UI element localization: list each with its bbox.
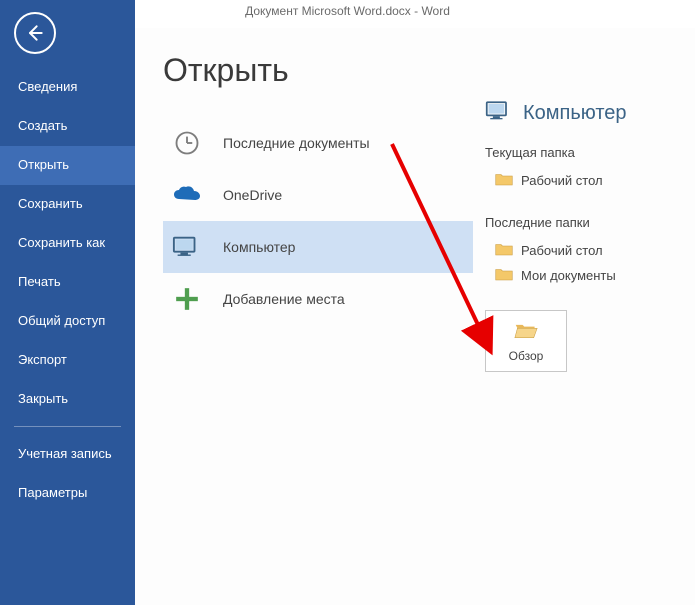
- recent-folders-heading: Последние папки: [485, 215, 683, 230]
- computer-icon: [169, 229, 205, 265]
- nav-item-new[interactable]: Создать: [0, 107, 135, 146]
- location-recent[interactable]: Последние документы: [163, 117, 473, 169]
- nav-item-info[interactable]: Сведения: [0, 68, 135, 107]
- onedrive-icon: [169, 177, 205, 213]
- location-list: Последние документы OneDrive: [163, 117, 473, 325]
- folder-name: Рабочий стол: [521, 243, 603, 258]
- computer-icon: [485, 100, 513, 127]
- browse-button[interactable]: Обзор: [485, 310, 567, 372]
- nav-item-options[interactable]: Параметры: [0, 474, 135, 513]
- backstage-nav: Сведения Создать Открыть Сохранить Сохра…: [0, 68, 135, 418]
- nav-item-account[interactable]: Учетная запись: [0, 435, 135, 474]
- computer-panel: Компьютер Текущая папка Рабочий стол Пос…: [473, 52, 683, 605]
- current-folder-heading: Текущая папка: [485, 145, 683, 160]
- current-folder-item[interactable]: Рабочий стол: [485, 168, 683, 193]
- page-title: Открыть: [163, 52, 473, 89]
- backstage-main: Открыть Последние документы: [135, 28, 695, 605]
- location-label: Добавление места: [223, 291, 345, 307]
- clock-icon: [169, 125, 205, 161]
- folder-icon: [495, 267, 513, 284]
- backstage-sidebar: Сведения Создать Открыть Сохранить Сохра…: [0, 0, 135, 605]
- location-label: OneDrive: [223, 187, 282, 203]
- nav-item-share[interactable]: Общий доступ: [0, 302, 135, 341]
- nav-item-export[interactable]: Экспорт: [0, 341, 135, 380]
- location-label: Компьютер: [223, 239, 295, 255]
- recent-folder-item[interactable]: Рабочий стол: [485, 238, 683, 263]
- backstage-nav-footer: Учетная запись Параметры: [0, 435, 135, 513]
- nav-item-print[interactable]: Печать: [0, 263, 135, 302]
- browse-label: Обзор: [509, 349, 544, 363]
- folder-icon: [495, 242, 513, 259]
- location-label: Последние документы: [223, 135, 370, 151]
- folder-name: Рабочий стол: [521, 173, 603, 188]
- folder-icon: [495, 172, 513, 189]
- folder-open-icon: [514, 320, 538, 343]
- recent-folder-item[interactable]: Мои документы: [485, 263, 683, 288]
- plus-icon: [169, 281, 205, 317]
- location-onedrive[interactable]: OneDrive: [163, 169, 473, 221]
- nav-item-saveas[interactable]: Сохранить как: [0, 224, 135, 263]
- nav-item-open[interactable]: Открыть: [0, 146, 135, 185]
- location-add-place[interactable]: Добавление места: [163, 273, 473, 325]
- panel-title: Компьютер: [523, 102, 627, 125]
- folder-name: Мои документы: [521, 268, 616, 283]
- nav-item-close[interactable]: Закрыть: [0, 380, 135, 419]
- location-computer[interactable]: Компьютер: [163, 221, 473, 273]
- nav-item-save[interactable]: Сохранить: [0, 185, 135, 224]
- arrow-left-icon: [25, 23, 45, 43]
- nav-divider: [14, 426, 121, 427]
- back-button[interactable]: [14, 12, 56, 54]
